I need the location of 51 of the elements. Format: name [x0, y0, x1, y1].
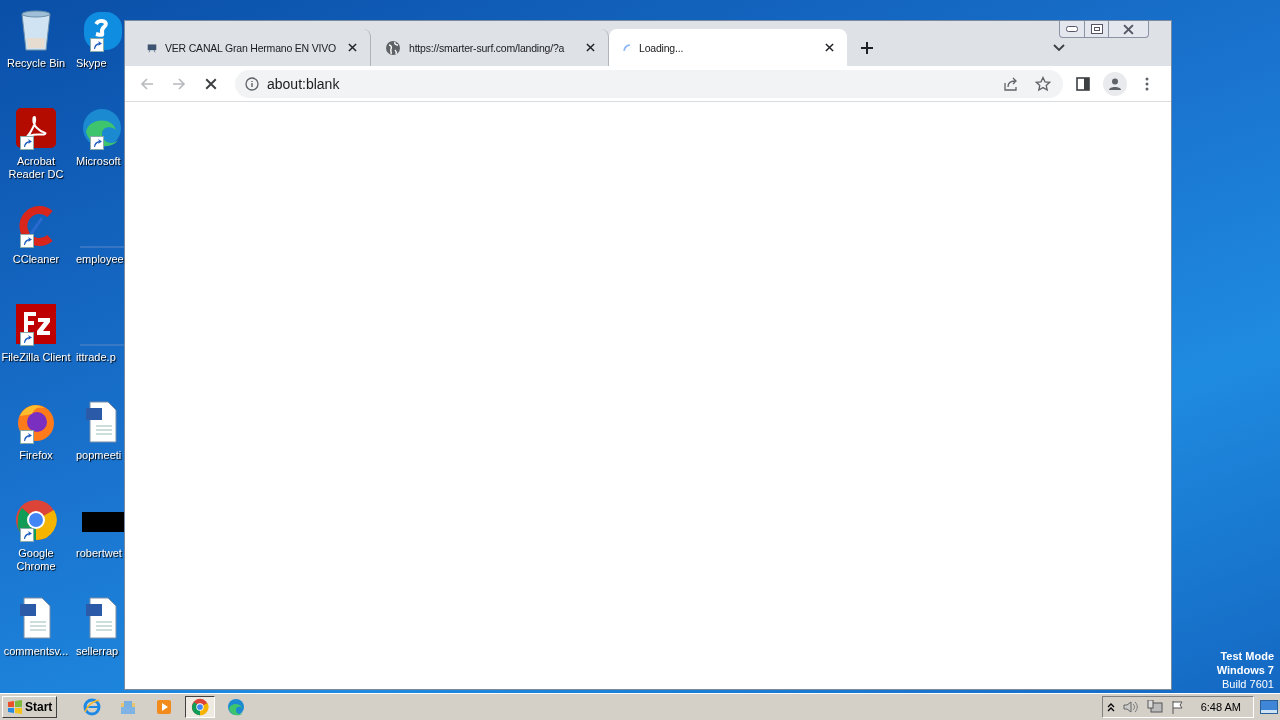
flag-icon[interactable] [1170, 700, 1185, 714]
browser-tab[interactable]: Loading... [609, 29, 847, 66]
desktop-icon-label[interactable]: popmeeti [76, 449, 122, 462]
desktop-icon-label[interactable]: commentsv... [3, 645, 69, 658]
desktop-icon-label[interactable]: robertwet [76, 547, 122, 560]
test-mode-notice: Build 7601 [1222, 677, 1274, 691]
desktop-icon-label[interactable]: Google Chrome [1, 547, 71, 573]
chevron-up-icon[interactable] [1106, 702, 1115, 712]
address-bar[interactable]: about:blank [235, 69, 1063, 98]
acrobat-icon [14, 106, 58, 150]
edge-icon [227, 698, 246, 716]
desktop-icon-label[interactable]: Acrobat Reader DC [1, 155, 71, 181]
desktop-icon-label[interactable]: Firefox [19, 449, 53, 462]
tab-title: https://smarter-surf.com/landing/?a [409, 41, 566, 54]
desktop-icon-label[interactable]: sellerrap [76, 645, 119, 658]
loading-spinner-icon [623, 43, 631, 52]
plus-icon [860, 41, 874, 55]
desktop-icon-label[interactable]: ittrade.p [76, 351, 116, 364]
stop-icon [205, 77, 217, 90]
media-player-icon [155, 698, 174, 716]
restore-icon [1090, 24, 1103, 34]
close-icon [824, 43, 834, 52]
desktop-icon-label[interactable]: Skype [76, 57, 107, 70]
profile-avatar-icon[interactable] [1103, 71, 1127, 96]
speaker-icon[interactable] [1122, 700, 1139, 714]
desktop-icon-label[interactable]: CCleaner [12, 253, 60, 266]
address-text: about:blank [267, 75, 341, 92]
desktop-icon-label[interactable]: Microsoft [76, 155, 121, 168]
info-icon [245, 76, 259, 91]
filezilla-icon [14, 302, 58, 346]
chrome-icon [191, 698, 210, 716]
tab-title: VER CANAL Gran Hermano EN VIVO [165, 41, 336, 54]
taskbar-button[interactable] [185, 696, 216, 718]
test-mode-notice: Windows 7 [1216, 663, 1274, 677]
start-button[interactable]: Start [2, 696, 58, 718]
close-icon [585, 43, 595, 52]
close-icon [1123, 23, 1134, 35]
show-desktop-icon[interactable] [1260, 700, 1278, 714]
desktop-icon-label[interactable]: employee [76, 253, 124, 266]
globe-icon [385, 39, 401, 56]
desktop-icon-label[interactable]: Recycle Bin [6, 57, 66, 70]
minimize-icon [1066, 26, 1078, 32]
browser-icon [83, 698, 102, 716]
folder-icon [119, 698, 138, 716]
test-mode-notice: Test Mode [1220, 649, 1274, 663]
network-icon[interactable] [1146, 700, 1163, 714]
windows-logo-icon [7, 700, 23, 714]
desktop-icon-label[interactable]: FileZilla Client [1, 351, 71, 364]
tab-title: Loading... [639, 41, 685, 54]
clock[interactable]: 6:48 AM [1200, 701, 1241, 713]
close-icon [347, 43, 357, 52]
